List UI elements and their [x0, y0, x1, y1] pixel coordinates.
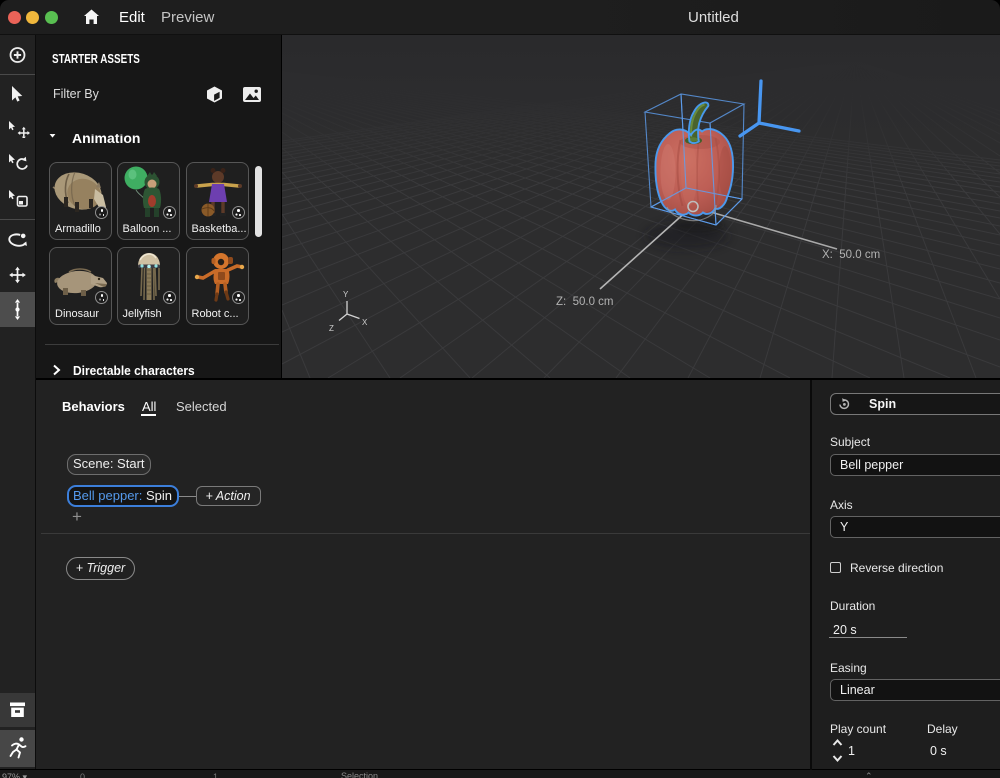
- svg-text:X: 50.0 cm: X: 50.0 cm: [822, 249, 880, 261]
- svg-text:Z: 50.0 cm: Z: 50.0 cm: [556, 296, 614, 308]
- svg-text:X: X: [362, 318, 368, 327]
- svg-text:Y: Y: [343, 290, 349, 299]
- svg-text:Z: Z: [329, 324, 334, 333]
